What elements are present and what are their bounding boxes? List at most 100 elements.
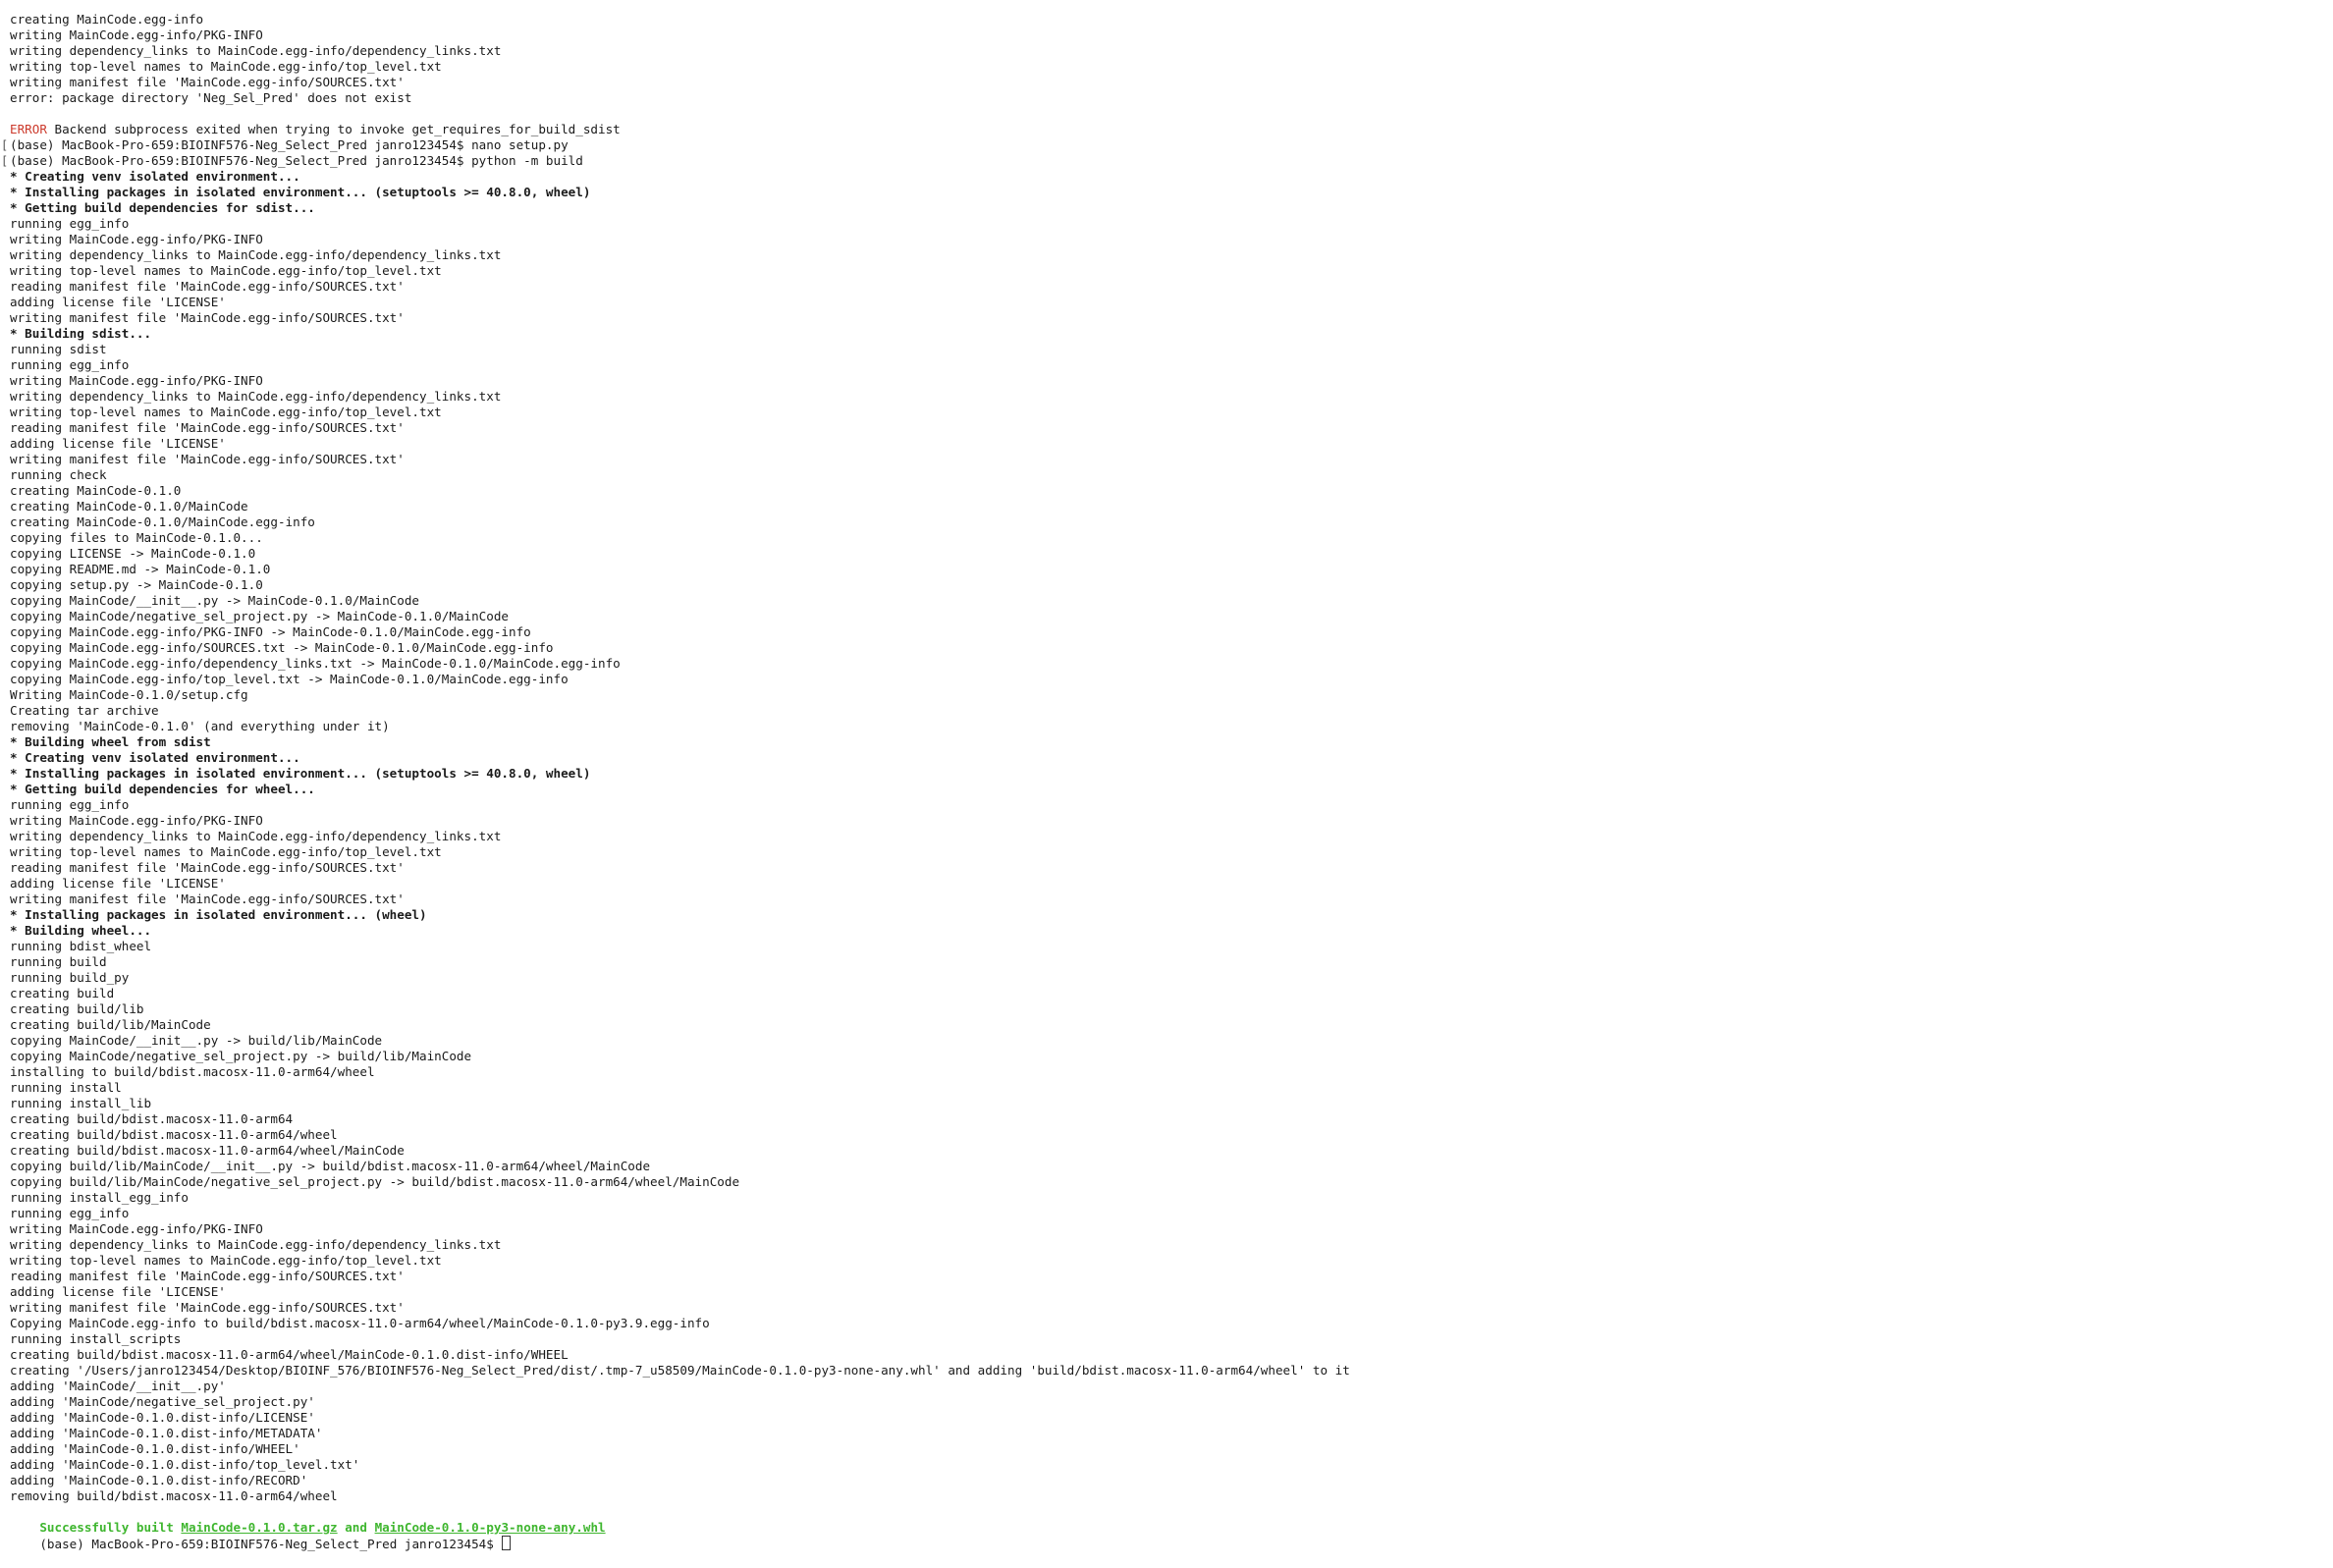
terminal-line-text: error: package directory 'Neg_Sel_Pred' …: [10, 90, 412, 105]
terminal-line: adding 'MainCode-0.1.0.dist-info/LICENSE…: [10, 1410, 2333, 1426]
terminal-line: removing build/bdist.macosx-11.0-arm64/w…: [10, 1488, 2333, 1504]
terminal-line-text: creating MainCode.egg-info: [10, 12, 204, 27]
terminal-line: * Building wheel...: [10, 923, 2333, 939]
terminal-line-text: writing dependency_links to MainCode.egg…: [10, 1237, 502, 1252]
terminal-line: writing MainCode.egg-info/PKG-INFO: [10, 232, 2333, 247]
terminal-line: running build: [10, 954, 2333, 970]
terminal-line-text: installing to build/bdist.macosx-11.0-ar…: [10, 1064, 375, 1079]
terminal-line-text: copying MainCode/negative_sel_project.py…: [10, 1049, 472, 1063]
terminal-line: copying LICENSE -> MainCode-0.1.0: [10, 546, 2333, 562]
terminal-line: running install_egg_info: [10, 1190, 2333, 1206]
terminal-line-text: creating MainCode-0.1.0/MainCode: [10, 499, 248, 514]
terminal-line-text: writing manifest file 'MainCode.egg-info…: [10, 1300, 405, 1315]
terminal-line: ERROR Backend subprocess exited when try…: [10, 122, 2333, 137]
terminal-line: * Installing packages in isolated enviro…: [10, 185, 2333, 200]
terminal-line-text: running build_py: [10, 970, 130, 985]
terminal-line: writing top-level names to MainCode.egg-…: [10, 844, 2333, 860]
terminal-line-text: writing MainCode.egg-info/PKG-INFO: [10, 1221, 263, 1236]
terminal-line: running egg_info: [10, 216, 2333, 232]
terminal-line-text: * Getting build dependencies for sdist..…: [10, 200, 315, 215]
terminal-line-text: running install: [10, 1080, 122, 1095]
terminal-line-text: writing dependency_links to MainCode.egg…: [10, 247, 502, 262]
terminal-line-text: copying MainCode/__init__.py -> MainCode…: [10, 593, 420, 608]
terminal-line-text: writing MainCode.egg-info/PKG-INFO: [10, 232, 263, 246]
terminal-line: * Building wheel from sdist: [10, 734, 2333, 750]
terminal-line-text: Copying MainCode.egg-info to build/bdist…: [10, 1316, 710, 1330]
terminal-line-text: Backend subprocess exited when trying to…: [46, 122, 621, 136]
terminal-line-text: * Building sdist...: [10, 326, 152, 341]
terminal-line-text: copying build/lib/MainCode/__init__.py -…: [10, 1159, 651, 1173]
terminal-line: adding license file 'LICENSE': [10, 436, 2333, 452]
error-label: ERROR: [10, 122, 47, 136]
terminal-line: creating build/bdist.macosx-11.0-arm64: [10, 1111, 2333, 1127]
terminal-line-text: writing MainCode.egg-info/PKG-INFO: [10, 27, 263, 42]
terminal-line-text: copying LICENSE -> MainCode-0.1.0: [10, 546, 256, 561]
terminal-line-text: reading manifest file 'MainCode.egg-info…: [10, 279, 405, 294]
terminal-line: * Creating venv isolated environment...: [10, 169, 2333, 185]
terminal-line: running build_py: [10, 970, 2333, 986]
terminal-line-text: running egg_info: [10, 797, 130, 812]
terminal-line-text: writing dependency_links to MainCode.egg…: [10, 389, 502, 404]
terminal-line: writing top-level names to MainCode.egg-…: [10, 1253, 2333, 1269]
terminal-line-text: reading manifest file 'MainCode.egg-info…: [10, 860, 405, 875]
terminal-line: removing 'MainCode-0.1.0' (and everythin…: [10, 719, 2333, 734]
terminal-line-text: * Installing packages in isolated enviro…: [10, 185, 591, 199]
terminal-line-text: writing manifest file 'MainCode.egg-info…: [10, 892, 405, 906]
terminal-line-text: running sdist: [10, 342, 107, 356]
prompt-mark: [: [1, 154, 9, 168]
terminal-line: adding 'MainCode-0.1.0.dist-info/RECORD': [10, 1473, 2333, 1488]
terminal-line: writing manifest file 'MainCode.egg-info…: [10, 892, 2333, 907]
terminal-line-text: copying MainCode.egg-info/dependency_lin…: [10, 656, 621, 671]
terminal-line-text: writing top-level names to MainCode.egg-…: [10, 59, 442, 74]
terminal-line-text: adding license file 'LICENSE': [10, 1284, 226, 1299]
success-prefix: Successfully built: [39, 1520, 182, 1535]
terminal-line: writing dependency_links to MainCode.egg…: [10, 829, 2333, 844]
terminal-line: creating build: [10, 986, 2333, 1001]
terminal-line: running egg_info: [10, 797, 2333, 813]
terminal-line: copying MainCode/__init__.py -> build/li…: [10, 1033, 2333, 1049]
terminal-line: writing manifest file 'MainCode.egg-info…: [10, 452, 2333, 467]
success-joiner: and: [337, 1520, 375, 1535]
terminal-line: adding license file 'LICENSE': [10, 295, 2333, 310]
terminal-line-text: running install_lib: [10, 1096, 152, 1110]
terminal-line-text: * Installing packages in isolated enviro…: [10, 907, 427, 922]
terminal-line-text: writing top-level names to MainCode.egg-…: [10, 405, 442, 419]
terminal-line-text: * Building wheel from sdist: [10, 734, 211, 749]
terminal-line: Copying MainCode.egg-info to build/bdist…: [10, 1316, 2333, 1331]
terminal-line: running install_scripts: [10, 1331, 2333, 1347]
terminal-line: * Building sdist...: [10, 326, 2333, 342]
terminal-line: running install_lib: [10, 1096, 2333, 1111]
terminal-line-text: copying MainCode/__init__.py -> build/li…: [10, 1033, 383, 1048]
terminal-line-text: running check: [10, 467, 107, 482]
artifact-link-wheel[interactable]: MainCode-0.1.0-py3-none-any.whl: [375, 1520, 606, 1535]
terminal-line: copying setup.py -> MainCode-0.1.0: [10, 577, 2333, 593]
terminal-line: copying MainCode/negative_sel_project.py…: [10, 1049, 2333, 1064]
terminal-line: writing top-level names to MainCode.egg-…: [10, 263, 2333, 279]
terminal-line: adding 'MainCode/negative_sel_project.py…: [10, 1394, 2333, 1410]
terminal-line-text: adding 'MainCode/__init__.py': [10, 1379, 226, 1393]
terminal-line-text: creating build/bdist.macosx-11.0-arm64/w…: [10, 1127, 338, 1142]
terminal-line: reading manifest file 'MainCode.egg-info…: [10, 279, 2333, 295]
terminal-line: adding license file 'LICENSE': [10, 1284, 2333, 1300]
terminal-line: copying MainCode.egg-info/dependency_lin…: [10, 656, 2333, 672]
terminal-line: copying MainCode.egg-info/SOURCES.txt ->…: [10, 640, 2333, 656]
terminal-line: writing manifest file 'MainCode.egg-info…: [10, 75, 2333, 90]
terminal-line: creating MainCode-0.1.0/MainCode.egg-inf…: [10, 514, 2333, 530]
artifact-link-sdist[interactable]: MainCode-0.1.0.tar.gz: [181, 1520, 337, 1535]
terminal-line-text: running install_scripts: [10, 1331, 182, 1346]
terminal-line-text: creating build: [10, 986, 115, 1000]
terminal-line: creating MainCode-0.1.0/MainCode: [10, 499, 2333, 514]
terminal-output[interactable]: creating MainCode.egg-info writing MainCo…: [0, 0, 2333, 1551]
terminal-line-text: * Building wheel...: [10, 923, 152, 938]
terminal-line: adding 'MainCode-0.1.0.dist-info/top_lev…: [10, 1457, 2333, 1473]
terminal-line: creating build/lib/MainCode: [10, 1017, 2333, 1033]
terminal-line: writing top-level names to MainCode.egg-…: [10, 405, 2333, 420]
terminal-line: creating build/bdist.macosx-11.0-arm64/w…: [10, 1143, 2333, 1159]
success-line: Successfully built MainCode-0.1.0.tar.gz…: [10, 1504, 2333, 1535]
terminal-line: copying MainCode/negative_sel_project.py…: [10, 609, 2333, 624]
terminal-line-text: * Getting build dependencies for wheel..…: [10, 782, 315, 796]
prompt-mark: [: [1, 138, 9, 152]
terminal-line: reading manifest file 'MainCode.egg-info…: [10, 420, 2333, 436]
terminal-line: * Getting build dependencies for sdist..…: [10, 200, 2333, 216]
